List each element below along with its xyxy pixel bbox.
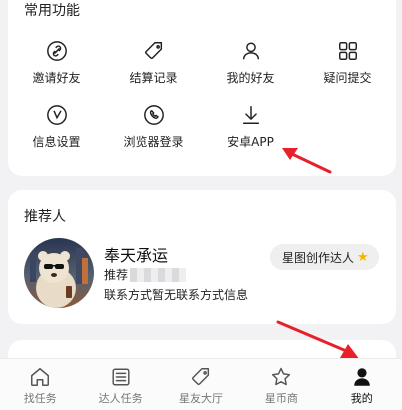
clock-icon [46,105,67,125]
tab-star-coin-shop[interactable]: 星币商 [241,359,321,410]
home-icon [31,368,50,386]
person-icon [242,42,259,60]
common-functions-card: 常用功能 邀请好友 结算记录 我的好友 疑问提交 信息设置 浏览器登录 安卓AP… [8,0,396,176]
settlement-records-button[interactable]: 结算记录 [105,40,202,96]
grid-label: 浏览器登录 [123,135,184,149]
tag-icon [144,42,162,59]
referrer-card: 推荐人 奉天承运 推荐 联系方式暂无联系方式信息 星图创作达人 ★ [8,190,396,324]
user-icon [354,368,370,386]
info-settings-button[interactable]: 信息设置 [8,104,105,160]
phone-icon [143,105,164,125]
my-friends-button[interactable]: 我的好友 [202,40,299,96]
link-icon [46,41,67,61]
section-title-referrer: 推荐人 [24,209,66,225]
function-grid-row-2: 信息设置 浏览器登录 安卓APP [8,104,396,160]
tab-label: 找任务 [23,392,57,405]
tab-mine[interactable]: 我的 [322,359,402,410]
bottom-tab-bar: 找任务 达人任务 星友大厅 星币商 我的 [0,358,402,410]
grid-icon [338,42,357,60]
browser-login-button[interactable]: 浏览器登录 [105,104,202,160]
grid-label: 邀请好友 [32,71,81,85]
grid-label: 疑问提交 [323,71,372,85]
grid-label: 我的好友 [226,71,275,85]
creator-badge: 星图创作达人 ★ [270,244,379,270]
grid-label: 安卓APP [227,135,274,149]
invite-friends-button[interactable]: 邀请好友 [8,40,105,96]
annotation-arrow-icon [282,148,332,174]
download-icon [242,106,259,124]
tab-label: 星币商 [264,392,298,405]
tab-creator-tasks[interactable]: 达人任务 [80,359,160,410]
referrer-contact: 联系方式暂无联系方式信息 [104,288,249,302]
bear-avatar-icon [24,238,94,308]
avatar [24,238,94,308]
redacted-mosaic [130,267,187,282]
badge-label: 星图创作达人 [282,250,355,265]
section-title-common-functions: 常用功能 [24,3,80,19]
list-icon [112,368,130,386]
tab-label: 我的 [350,392,373,405]
referrer-name: 奉天承运 [104,246,169,265]
grid-label: 信息设置 [32,135,81,149]
tab-label: 达人任务 [98,392,143,405]
tab-star-friends-hall[interactable]: 星友大厅 [161,359,241,410]
tab-label: 星友大厅 [178,392,223,405]
referrer-role: 推荐 [104,266,187,283]
referrer-role-prefix: 推荐 [104,268,129,282]
star-icon: ★ [357,249,369,265]
star-icon [272,367,291,386]
tab-find-tasks[interactable]: 找任务 [0,359,80,410]
function-grid-row-1: 邀请好友 结算记录 我的好友 疑问提交 [8,40,396,96]
tag-icon [192,368,210,385]
submit-question-button[interactable]: 疑问提交 [299,40,396,96]
grid-label: 结算记录 [129,71,178,85]
